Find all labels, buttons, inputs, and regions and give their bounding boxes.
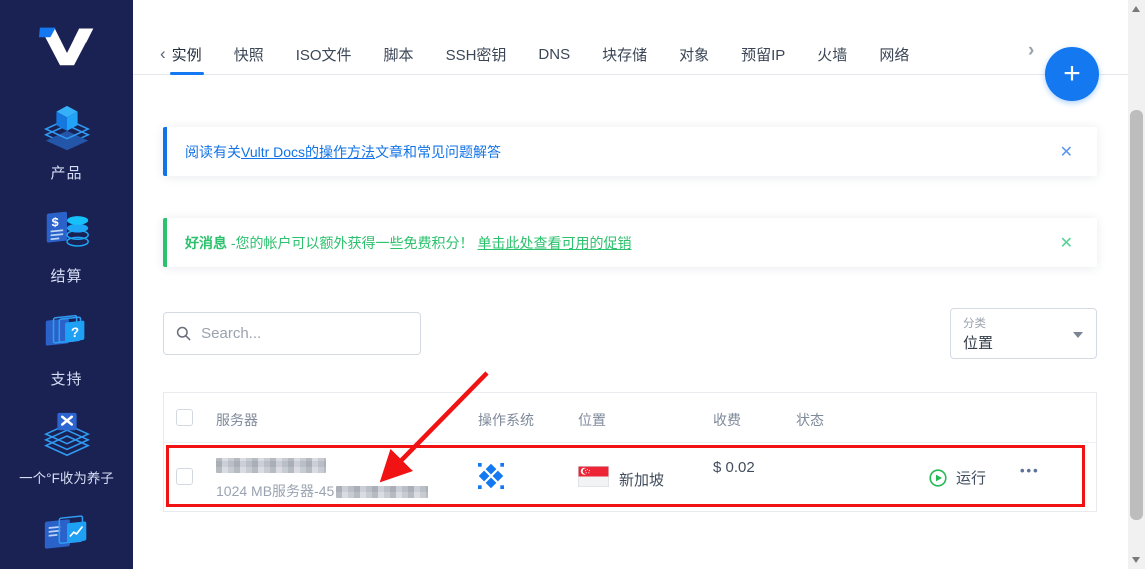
col-location: 位置 bbox=[578, 410, 606, 430]
row-location: 新加坡 bbox=[619, 469, 664, 490]
sort-by-value: 位置 bbox=[963, 332, 1084, 353]
chevron-down-icon bbox=[1073, 332, 1083, 338]
vultr-logo[interactable] bbox=[39, 12, 95, 80]
promo-banner: 好消息 -您的帐户可以额外获得一些免费积分！ 单击此处查看可用的促销 ✕ bbox=[163, 218, 1097, 267]
tab-iso[interactable]: ISO文件 bbox=[296, 33, 352, 75]
tab-ssh-keys[interactable]: SSH密钥 bbox=[446, 33, 507, 75]
scroll-up-icon[interactable] bbox=[1132, 6, 1140, 12]
redacted-server-ip bbox=[336, 486, 428, 498]
tab-network[interactable]: 网络 bbox=[879, 33, 909, 75]
svg-text:$: $ bbox=[51, 215, 58, 230]
sidebar-item-products[interactable]: 产品 bbox=[0, 102, 133, 183]
row-charge: $ 0.02 bbox=[713, 459, 755, 476]
svg-text:?: ? bbox=[70, 325, 78, 341]
sort-by-dropdown[interactable]: 分类 位置 bbox=[950, 308, 1097, 359]
docs-banner-text-suffix: 文章和常见问题解答 bbox=[375, 142, 501, 162]
promo-banner-bold: 好消息 bbox=[185, 233, 227, 253]
sidebar-item-reports[interactable] bbox=[0, 509, 133, 569]
billing-icon: $ bbox=[38, 205, 96, 259]
reports-icon bbox=[38, 509, 96, 563]
sidebar-item-billing[interactable]: $ 结算 bbox=[0, 205, 133, 286]
table-row[interactable]: 1024 MB服务器-45 bbox=[164, 443, 1096, 511]
sidebar-item-label: 支持 bbox=[0, 368, 133, 389]
tab-reserved-ip[interactable]: 预留IP bbox=[741, 33, 785, 75]
server-plan-line: 1024 MB服务器-45 bbox=[216, 481, 428, 501]
search-input[interactable] bbox=[201, 325, 408, 342]
row-checkbox[interactable] bbox=[176, 468, 193, 485]
col-status: 状态 bbox=[796, 410, 824, 430]
tab-instances[interactable]: 实例 bbox=[172, 33, 202, 75]
deploy-new-button[interactable]: + bbox=[1045, 47, 1099, 101]
docs-banner-text: 阅读有关 bbox=[185, 142, 241, 162]
tab-firewall[interactable]: 火墙 bbox=[817, 33, 847, 75]
col-os: 操作系统 bbox=[478, 410, 534, 430]
promo-banner-text: -您的帐户可以额外获得一些免费积分！ bbox=[227, 233, 477, 253]
sidebar-item-affiliate[interactable]: 一个°F收为养子 bbox=[0, 411, 133, 487]
support-icon: ? bbox=[38, 308, 96, 362]
select-all-checkbox[interactable] bbox=[176, 409, 193, 426]
tab-bar: ‹ 实例 快照 ISO文件 脚本 SSH密钥 DNS 块存储 对象 预留IP 火… bbox=[160, 33, 909, 75]
tab-objects[interactable]: 对象 bbox=[679, 33, 709, 75]
sidebar-item-support[interactable]: ? 支持 bbox=[0, 308, 133, 389]
row-menu-button[interactable]: ••• bbox=[1020, 463, 1040, 478]
server-plan-text: 1024 MB服务器-45 bbox=[216, 483, 334, 499]
sidebar-item-label: 一个°F收为养子 bbox=[0, 467, 133, 487]
products-icon bbox=[38, 102, 96, 156]
sidebar-item-label: 结算 bbox=[0, 265, 133, 286]
close-icon[interactable]: ✕ bbox=[1054, 140, 1079, 164]
affiliate-icon bbox=[38, 411, 96, 461]
tab-scripts[interactable]: 脚本 bbox=[384, 33, 414, 75]
search-box bbox=[163, 312, 421, 355]
sort-by-label: 分类 bbox=[963, 315, 1084, 331]
custom-os-icon bbox=[478, 463, 504, 494]
sidebar: 产品 $ 结算 ? 支持 bbox=[0, 0, 133, 569]
chevron-right-icon[interactable]: › bbox=[1028, 40, 1034, 62]
servers-table: 服务器 操作系统 位置 收费 状态 1024 MB服务器-45 bbox=[163, 392, 1097, 512]
col-server: 服务器 bbox=[216, 410, 258, 430]
running-play-icon bbox=[929, 469, 947, 487]
row-status: 运行 bbox=[929, 467, 986, 488]
tab-dns[interactable]: DNS bbox=[538, 33, 570, 75]
redacted-server-name bbox=[216, 458, 326, 473]
tab-snapshots[interactable]: 快照 bbox=[234, 33, 264, 75]
scroll-down-icon[interactable] bbox=[1132, 557, 1140, 563]
page-scrollbar bbox=[1128, 0, 1145, 569]
sidebar-item-label: 产品 bbox=[0, 162, 133, 183]
chevron-left-icon[interactable]: ‹ bbox=[160, 44, 166, 64]
close-icon[interactable]: ✕ bbox=[1054, 231, 1079, 255]
table-header-row: 服务器 操作系统 位置 收费 状态 bbox=[164, 393, 1096, 443]
singapore-flag-icon bbox=[578, 466, 609, 492]
tab-block-storage[interactable]: 块存储 bbox=[602, 33, 647, 75]
docs-banner: 阅读有关Vultr Docs的操作方法文章和常见问题解答 ✕ bbox=[163, 127, 1097, 176]
scrollbar-thumb[interactable] bbox=[1130, 110, 1143, 520]
col-charges: 收费 bbox=[713, 410, 741, 430]
promo-banner-link[interactable]: 单击此处查看可用的促销 bbox=[477, 233, 631, 253]
row-status-text: 运行 bbox=[956, 467, 986, 488]
search-icon bbox=[176, 325, 191, 342]
docs-banner-link[interactable]: Vultr Docs的操作方法 bbox=[241, 142, 375, 162]
